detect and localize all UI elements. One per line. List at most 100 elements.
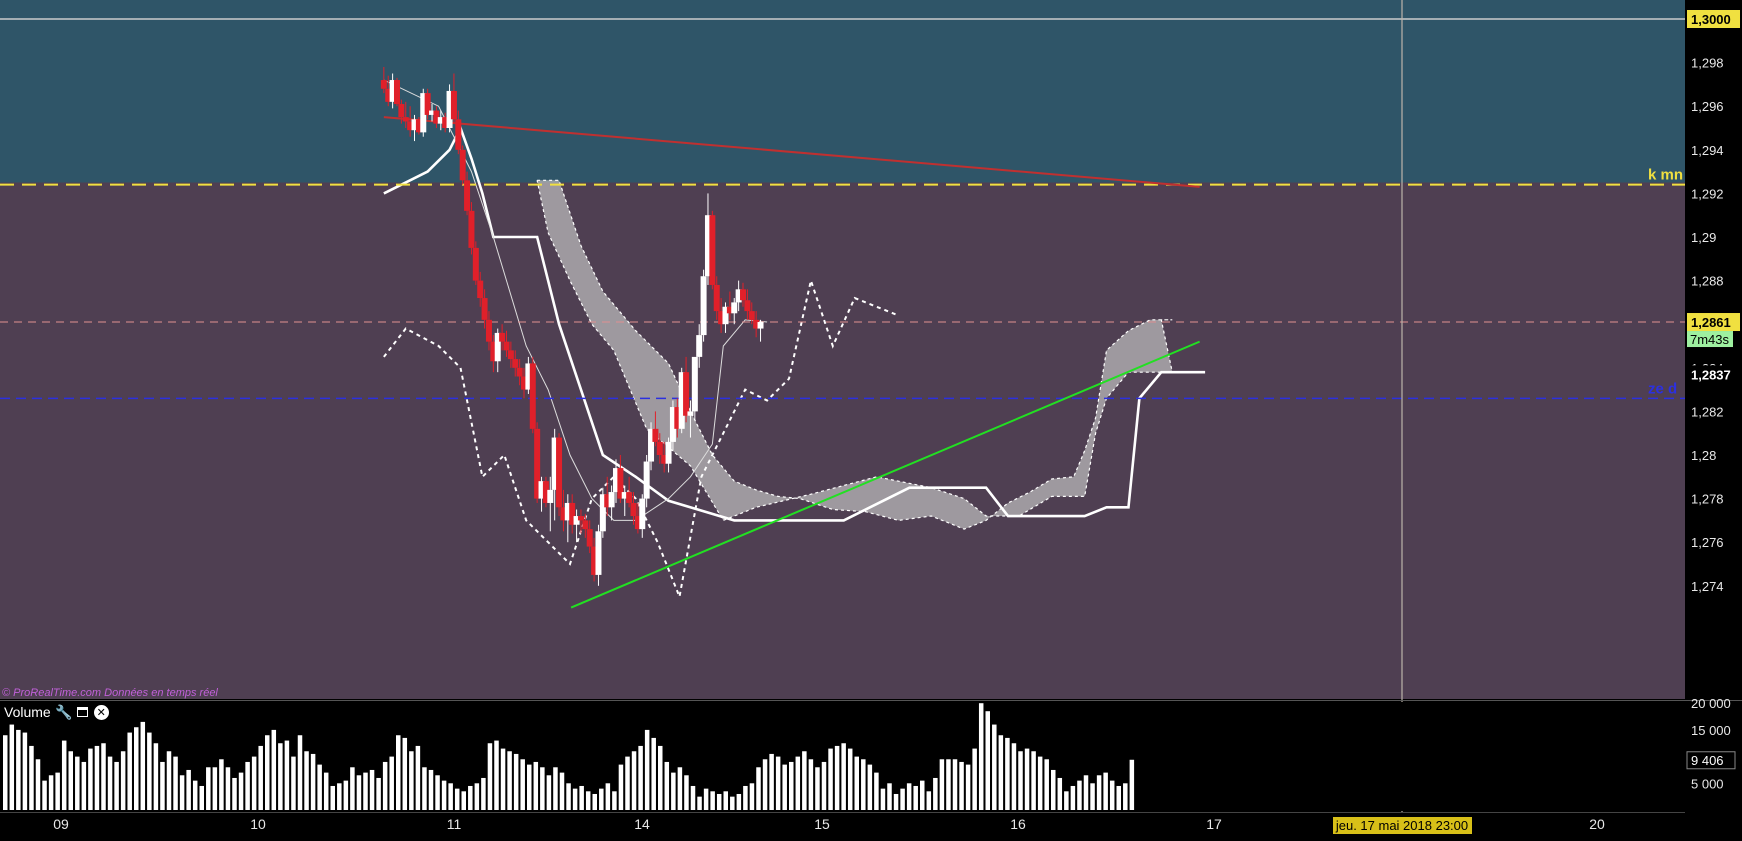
volume-current-label: 9 406 <box>1691 753 1724 768</box>
volume-bar <box>350 767 355 810</box>
candle-body <box>577 516 584 521</box>
volume-bar <box>251 756 257 810</box>
volume-bar <box>985 711 990 810</box>
volume-tick: 5 000 <box>1691 776 1724 791</box>
candle-body <box>512 359 519 368</box>
volume-bar <box>658 745 663 810</box>
volume-bar <box>310 753 316 810</box>
volume-bar <box>887 783 892 810</box>
volume-bar <box>297 735 303 810</box>
volume-bar <box>415 745 421 810</box>
window-icon[interactable] <box>76 707 88 717</box>
candle-body <box>472 247 479 281</box>
horizontal-line-label: k mn <box>1648 167 1683 184</box>
wrench-icon[interactable]: 🔧 <box>55 704 72 720</box>
volume-bar <box>671 772 676 810</box>
candle <box>459 145 466 185</box>
price-tick: 1,274 <box>1691 579 1724 594</box>
volume-bar <box>769 753 774 810</box>
close-icon[interactable]: ✕ <box>93 704 109 720</box>
volume-bar <box>1024 748 1030 810</box>
volume-bar <box>1064 791 1069 810</box>
candle-body <box>683 372 690 416</box>
volume-bar <box>9 724 15 810</box>
candle <box>393 77 400 107</box>
volume-bar <box>540 767 545 810</box>
volume-bar <box>35 759 41 810</box>
price-tick: 1,28 <box>1691 448 1716 463</box>
volume-bar <box>192 780 198 810</box>
volume-bar <box>147 732 152 810</box>
volume-bar <box>585 791 591 810</box>
volume-bar <box>946 759 951 810</box>
volume-bar <box>337 783 342 810</box>
volume-bar <box>697 796 702 810</box>
volume-bar <box>1057 777 1063 810</box>
candle-body <box>608 492 615 508</box>
price-tick: 1,278 <box>1691 492 1724 507</box>
volume-bar <box>369 769 375 810</box>
price-tick: 1,276 <box>1691 535 1724 550</box>
volume-bar <box>638 745 643 810</box>
candle-body <box>499 332 506 342</box>
price-axis: 1,3000 1,298 1,296 1,294 1,292 1,29 1,288 1,286… <box>1685 0 1742 699</box>
volume-bar <box>206 767 211 810</box>
candle <box>529 356 536 434</box>
volume-bar <box>101 743 106 810</box>
price-tick: 1,288 <box>1691 274 1724 289</box>
volume-bar <box>553 767 558 810</box>
volume-bar <box>926 791 932 810</box>
volume-bar <box>978 703 984 810</box>
volume-bar <box>323 772 329 810</box>
time-tick: 15 <box>814 816 830 832</box>
volume-bar <box>612 791 617 810</box>
candle-body <box>656 441 663 455</box>
volume-bar <box>166 751 172 810</box>
volume-bar <box>265 735 270 810</box>
volume-bar <box>114 761 119 810</box>
volume-bar <box>861 759 866 810</box>
volume-panel-header: Volume 🔧 ✕ <box>0 702 109 722</box>
volume-bar <box>48 775 54 810</box>
volume-bar <box>684 775 689 810</box>
candle-body <box>691 356 698 412</box>
candle-body <box>516 367 523 377</box>
volume-bar <box>356 775 362 810</box>
candle-body <box>665 441 672 464</box>
candle-body <box>507 350 514 360</box>
volume-bar <box>847 748 853 810</box>
volume-bar <box>487 743 493 810</box>
volume-bar <box>422 767 427 810</box>
volume-bar <box>841 743 846 810</box>
candle-body <box>477 280 484 299</box>
horizontal-line-label: ze d <box>1648 380 1677 397</box>
volume-bar <box>199 785 204 810</box>
candle-body <box>398 104 405 118</box>
time-tick: 10 <box>250 816 266 832</box>
volume-bar <box>775 756 781 810</box>
volume-bar <box>808 759 814 810</box>
volume-bar <box>376 777 381 810</box>
volume-bar <box>559 772 565 810</box>
volume-bar <box>1083 775 1089 810</box>
candle <box>556 433 563 517</box>
volume-bar <box>389 756 394 810</box>
volume-bar <box>441 780 447 810</box>
volume-bar <box>972 748 977 810</box>
volume-bar <box>55 772 60 810</box>
candle-body <box>731 302 738 314</box>
candle-body <box>529 363 536 429</box>
volume-bar <box>343 780 349 810</box>
candle-body <box>485 319 492 342</box>
candle <box>472 241 479 285</box>
volume-bar <box>1051 769 1056 810</box>
volume-bar <box>1077 780 1082 810</box>
volume-bar <box>330 785 335 810</box>
volume-bar <box>396 735 401 810</box>
volume-bar <box>933 777 938 810</box>
volume-bar <box>173 756 178 810</box>
candle-body <box>380 80 387 89</box>
volume-bar <box>409 751 414 810</box>
volume-bar <box>61 740 67 810</box>
volume-bar <box>677 767 683 810</box>
